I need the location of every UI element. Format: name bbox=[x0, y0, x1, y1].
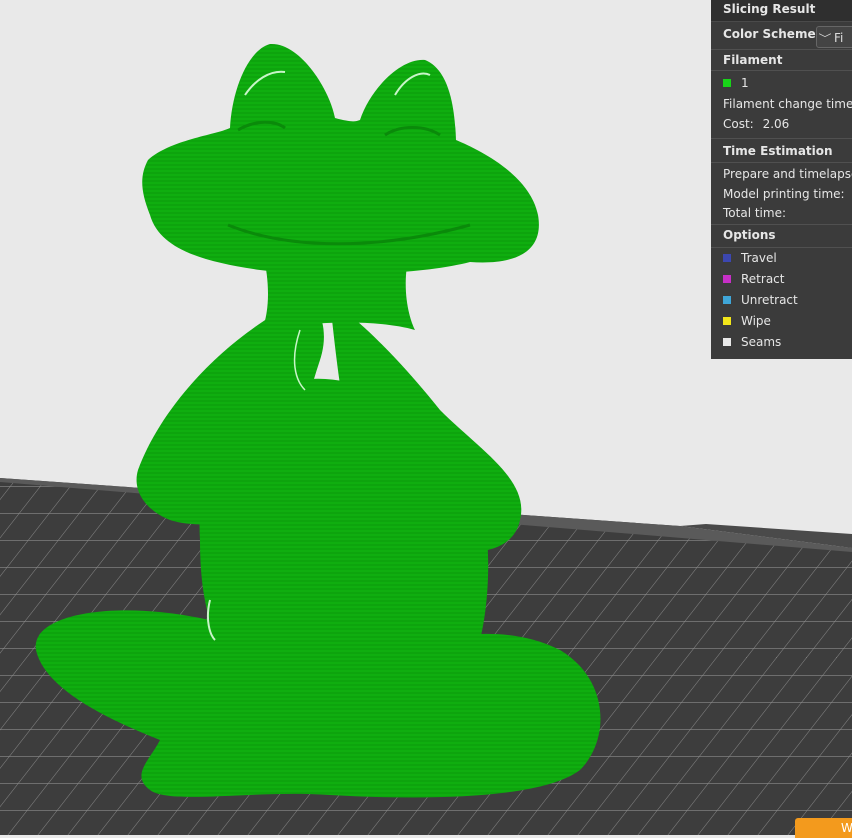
cost-row: Cost: 2.06 bbox=[723, 117, 789, 131]
filament-color-swatch bbox=[723, 79, 731, 87]
unretract-color-swatch bbox=[723, 296, 731, 304]
filament-item: 1 bbox=[723, 76, 749, 90]
seams-color-swatch bbox=[723, 338, 731, 346]
option-retract-label: Retract bbox=[741, 272, 785, 286]
frog-model[interactable] bbox=[35, 43, 601, 798]
filament-id: 1 bbox=[741, 76, 749, 90]
cost-value: 2.06 bbox=[762, 117, 790, 131]
separator bbox=[711, 70, 852, 71]
slicing-result-panel: Slicing Result Color Scheme Filament 1 F… bbox=[711, 0, 852, 359]
separator bbox=[711, 224, 852, 225]
travel-color-swatch bbox=[723, 254, 731, 262]
color-scheme-value: Fi bbox=[834, 31, 844, 45]
option-travel-label: Travel bbox=[741, 251, 777, 265]
time-estimation-header: Time Estimation bbox=[723, 144, 833, 158]
corner-action-button[interactable]: W bbox=[795, 818, 852, 838]
filament-change-label: Filament change times bbox=[723, 97, 852, 111]
option-unretract[interactable]: Unretract bbox=[723, 293, 798, 307]
panel-title: Slicing Result bbox=[711, 0, 852, 22]
total-time-label: Total time: bbox=[723, 206, 786, 220]
option-wipe[interactable]: Wipe bbox=[723, 314, 771, 328]
chevron-down-icon: ﹀ bbox=[818, 34, 832, 45]
separator bbox=[711, 162, 852, 163]
cost-label: Cost: bbox=[723, 117, 754, 131]
filament-header: Filament bbox=[723, 53, 783, 67]
options-header: Options bbox=[723, 228, 776, 242]
separator bbox=[711, 138, 852, 139]
option-retract[interactable]: Retract bbox=[723, 272, 784, 286]
prepare-time-label: Prepare and timelapse bbox=[723, 167, 852, 181]
color-scheme-label: Color Scheme bbox=[723, 27, 816, 41]
wipe-color-swatch bbox=[723, 317, 731, 325]
color-scheme-dropdown[interactable]: ﹀ Fi bbox=[816, 26, 852, 48]
retract-color-swatch bbox=[723, 275, 731, 283]
separator bbox=[711, 49, 852, 50]
option-seams-label: Seams bbox=[741, 335, 782, 349]
option-unretract-label: Unretract bbox=[741, 293, 798, 307]
separator bbox=[711, 247, 852, 248]
option-travel[interactable]: Travel bbox=[723, 251, 777, 265]
option-seams[interactable]: Seams bbox=[723, 335, 781, 349]
model-time-label: Model printing time: bbox=[723, 187, 845, 201]
option-wipe-label: Wipe bbox=[741, 314, 771, 328]
